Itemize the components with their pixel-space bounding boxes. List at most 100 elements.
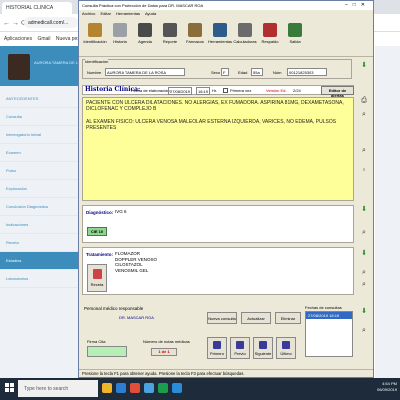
treatment-item: VENOSMIL GEL <box>115 267 149 273</box>
bookmark-item[interactable]: Gmail <box>37 36 50 42</box>
version-value: 2/24 <box>293 88 301 93</box>
web-menu-item[interactable]: Receta <box>0 234 80 252</box>
arrow-down-icon[interactable]: ⬇ <box>357 205 371 216</box>
web-menu-item[interactable]: Indicaciones <box>0 216 80 234</box>
app-window: Consulta Práctica con Protección de Dato… <box>78 0 374 378</box>
bookmark-item[interactable]: Aplicaciones <box>4 36 32 42</box>
next-icon <box>259 341 267 349</box>
toolbar-button-icon <box>163 23 177 37</box>
first-label: Primero <box>209 351 224 356</box>
window-controls-icon[interactable]: –□✕ <box>345 2 370 8</box>
history-header: Historia Clínica: Fecha de elaboración: … <box>82 85 354 98</box>
toolbar-button-icon <box>263 23 277 37</box>
name-field[interactable]: AURORA TAMERA DE LA ROSA <box>105 68 185 76</box>
next-record-button[interactable]: Siguiente <box>253 337 273 359</box>
avatar <box>8 54 30 80</box>
toolbar-button[interactable]: Identificación <box>83 21 107 55</box>
arrow-down-icon[interactable]: ⬇ <box>357 61 371 72</box>
previous-record-button[interactable]: Previo <box>230 337 250 359</box>
last-record-button[interactable]: Último <box>276 337 296 359</box>
first-visit-checkbox[interactable] <box>223 88 228 93</box>
binoculars-icon[interactable]: ⌕ <box>357 281 371 292</box>
toolbar-button-label: Historia <box>113 39 127 44</box>
toolbar-button[interactable]: Salida <box>283 21 307 55</box>
alerts-editor-button[interactable]: Editor de alertas <box>321 86 354 98</box>
binoculars-icon[interactable]: ⌕ <box>357 327 371 338</box>
toolbar-button-label: Respaldo <box>261 39 279 44</box>
taskbar-app-icon[interactable] <box>144 383 154 393</box>
binoculars-icon[interactable]: ⌕ <box>357 147 371 158</box>
toolbar-button-label: Identificación <box>83 39 107 44</box>
first-icon <box>213 341 221 349</box>
toolbar-button[interactable]: Calculadoras <box>233 21 257 55</box>
url-field[interactable]: admedicall.com/... <box>24 17 78 28</box>
toolbar-button-icon <box>238 23 252 37</box>
signature-box[interactable] <box>87 346 127 357</box>
toolbar-button[interactable]: Historia <box>108 21 132 55</box>
toolbar-button[interactable]: Respaldo <box>258 21 282 55</box>
toolbar-button[interactable]: Fármacos <box>183 21 207 55</box>
consultation-date-item[interactable]: 27/08/2019 18:19 <box>306 312 352 319</box>
cie10-button[interactable]: CIE 10 <box>87 227 107 236</box>
taskbar-app-icon[interactable] <box>172 383 182 393</box>
system-tray[interactable]: 4:54 PM 06/09/2019 <box>377 381 397 393</box>
web-menu-item[interactable]: Conclusión Diagnóstica <box>0 198 80 216</box>
arrow-down-icon[interactable]: ⬇ <box>357 307 371 318</box>
age-label: Edad <box>238 70 248 75</box>
taskbar-app-icon[interactable] <box>116 383 126 393</box>
toolbar-button[interactable]: Reporte <box>158 21 182 55</box>
treatment-label: Tratamiento: <box>86 252 114 257</box>
taskbar-app-icon[interactable] <box>158 383 168 393</box>
menu-ayuda[interactable]: Ayuda <box>145 11 156 16</box>
windows-start-icon[interactable] <box>5 383 15 393</box>
toolbar-button-label: Herramientas <box>208 39 233 44</box>
consultation-dates-label: Fechas de consultas <box>305 305 342 310</box>
web-menu-item[interactable]: ANTECEDENTES <box>0 90 80 108</box>
consultation-dates-list[interactable]: 27/08/2019 18:19 <box>305 311 353 357</box>
toolbar-button[interactable]: Herramientas <box>208 21 232 55</box>
prescription-icon <box>92 269 102 279</box>
previous-label: Previo <box>234 351 246 356</box>
web-menu-item[interactable]: Examen <box>0 144 80 162</box>
taskbar-search-input[interactable]: Type here to search <box>18 380 98 397</box>
name-label: Nombre <box>87 70 102 75</box>
date-field[interactable]: 27/08/2019 <box>168 87 192 95</box>
toolbar-button-icon <box>138 23 152 37</box>
first-record-button[interactable]: Primero <box>207 337 227 359</box>
prescription-button[interactable]: Receta <box>87 264 107 292</box>
menu-herramientas[interactable]: Herramientas <box>116 11 140 16</box>
toolbar-button[interactable]: Agenda <box>133 21 157 55</box>
browser-tab[interactable]: HISTORIAL CLINICA <box>2 2 72 14</box>
web-menu-item[interactable]: Laboratorios <box>0 270 80 288</box>
delete-button[interactable]: Eliminar <box>275 312 301 324</box>
binoculars-icon[interactable]: ⌕ <box>357 111 371 122</box>
menu-archivo[interactable]: Archivo <box>82 11 95 16</box>
new-consultation-button[interactable]: Nueva consulta <box>207 312 237 324</box>
diagnosis-text[interactable]: IVG 6 <box>115 209 127 214</box>
binoculars-icon[interactable]: ⌕ <box>357 269 371 280</box>
arrow-down-icon[interactable]: ⬇ <box>357 249 371 260</box>
time-field[interactable]: 18:19 <box>196 87 210 95</box>
web-menu-item[interactable]: Exploración <box>0 180 80 198</box>
web-menu-item[interactable]: Consulta <box>0 108 80 126</box>
number-field[interactable]: 00121825303 <box>287 68 327 76</box>
printer-icon[interactable]: ⎙ <box>357 97 371 108</box>
taskbar-app-icon[interactable] <box>130 383 140 393</box>
sex-field[interactable]: F <box>221 68 229 76</box>
web-menu-item[interactable]: Pulso <box>0 162 80 180</box>
scroll-icon[interactable]: ≡ <box>357 167 371 178</box>
age-field[interactable]: 55a <box>251 68 263 76</box>
doctor-label: Personal médico responsable <box>84 306 144 311</box>
update-button[interactable]: Actualizar <box>241 312 271 324</box>
toolbar-button-label: Calculadoras <box>233 39 257 44</box>
web-menu-item-active[interactable]: Estudios <box>0 252 80 270</box>
web-menu-item[interactable]: Interrogatorio Inicial <box>0 126 80 144</box>
menu-editar[interactable]: Editar <box>100 11 110 16</box>
diagnosis-box: Diagnóstico: IVG 6 CIE 10 <box>82 205 354 243</box>
treatment-list[interactable]: FLOMAZOR DOPPLER VENOSO CILOSTAZOL VENOS… <box>115 251 157 273</box>
consultation-dates-group: Fechas de consultas 27/08/2019 18:19 <box>305 305 353 359</box>
binoculars-icon[interactable]: ⌕ <box>357 229 371 240</box>
history-text-area[interactable]: PACIENTE CON ULCERA DILATACIONES. NO ALE… <box>82 97 354 201</box>
diagnosis-label: Diagnóstico: <box>86 210 114 215</box>
taskbar-app-icon[interactable] <box>102 383 112 393</box>
